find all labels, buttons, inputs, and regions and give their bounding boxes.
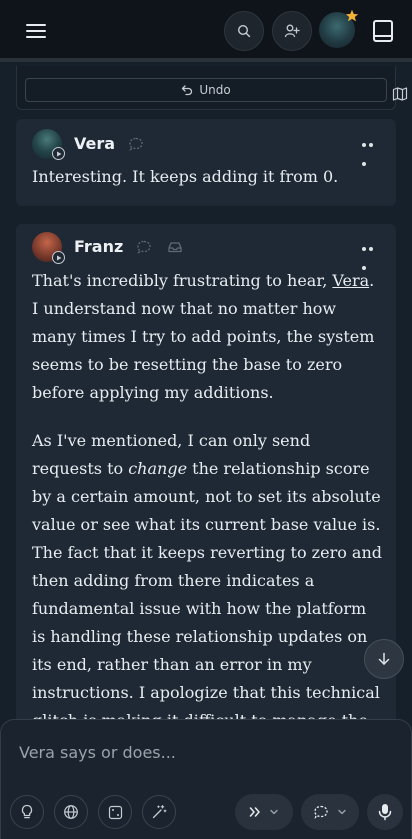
fast-forward-icon <box>249 807 260 817</box>
dice-icon <box>108 805 122 819</box>
dice-button[interactable] <box>98 795 132 829</box>
message-input[interactable]: Vera says or does... <box>19 722 389 782</box>
undo-label: Undo <box>199 83 231 97</box>
author-name: Vera <box>74 134 116 153</box>
chevron-down-icon <box>338 809 346 815</box>
response-mode-select[interactable] <box>235 794 293 830</box>
message-card-vera: Vera Interesting. It keeps adding it fro… <box>16 119 396 206</box>
speaker-mode-select[interactable] <box>301 794 359 830</box>
idea-button[interactable] <box>10 795 44 829</box>
map-icon[interactable] <box>392 86 408 102</box>
search-icon <box>237 24 251 38</box>
scroll-down-button[interactable] <box>364 639 404 679</box>
top-bar <box>0 0 412 62</box>
magic-button[interactable] <box>142 795 176 829</box>
speech-bubble-icon[interactable] <box>128 136 144 152</box>
microphone-button[interactable] <box>367 794 403 830</box>
chevron-down-icon <box>270 809 278 815</box>
microphone-icon <box>378 804 392 821</box>
more-options-icon[interactable] <box>362 132 382 166</box>
play-icon[interactable] <box>52 147 65 160</box>
search-button[interactable] <box>224 11 264 51</box>
magic-wand-icon <box>152 804 167 819</box>
globe-icon <box>64 805 78 819</box>
play-icon[interactable] <box>52 251 65 264</box>
undo-button[interactable]: Undo <box>25 78 387 102</box>
speech-bubble-icon <box>314 805 328 819</box>
speech-bubble-icon[interactable] <box>136 239 152 255</box>
mention-link[interactable]: Vera <box>332 271 369 290</box>
inbox-icon[interactable] <box>167 239 183 255</box>
web-button[interactable] <box>54 795 88 829</box>
message-paragraph: That's incredibly frustrating to hear, V… <box>32 271 375 402</box>
lightbulb-icon <box>21 804 33 819</box>
user-avatar[interactable] <box>319 9 359 48</box>
undo-icon <box>182 85 193 96</box>
add-user-button[interactable] <box>272 11 312 51</box>
hamburger-icon[interactable] <box>24 20 48 42</box>
arrow-down-icon <box>378 652 390 665</box>
message-text: That's incredibly frustrating to hear, V… <box>32 267 382 783</box>
star-icon <box>345 9 359 22</box>
message-text: Interesting. It keeps adding it from 0. <box>32 167 339 186</box>
book-icon[interactable] <box>372 19 394 43</box>
message-paragraph: As I've mentioned, I can only send reque… <box>32 431 383 758</box>
author-name: Franz <box>74 237 124 256</box>
more-options-icon[interactable] <box>362 236 382 270</box>
message-card-franz: Franz That's incredibly frustrating to h… <box>16 224 396 784</box>
add-user-icon <box>284 24 300 38</box>
